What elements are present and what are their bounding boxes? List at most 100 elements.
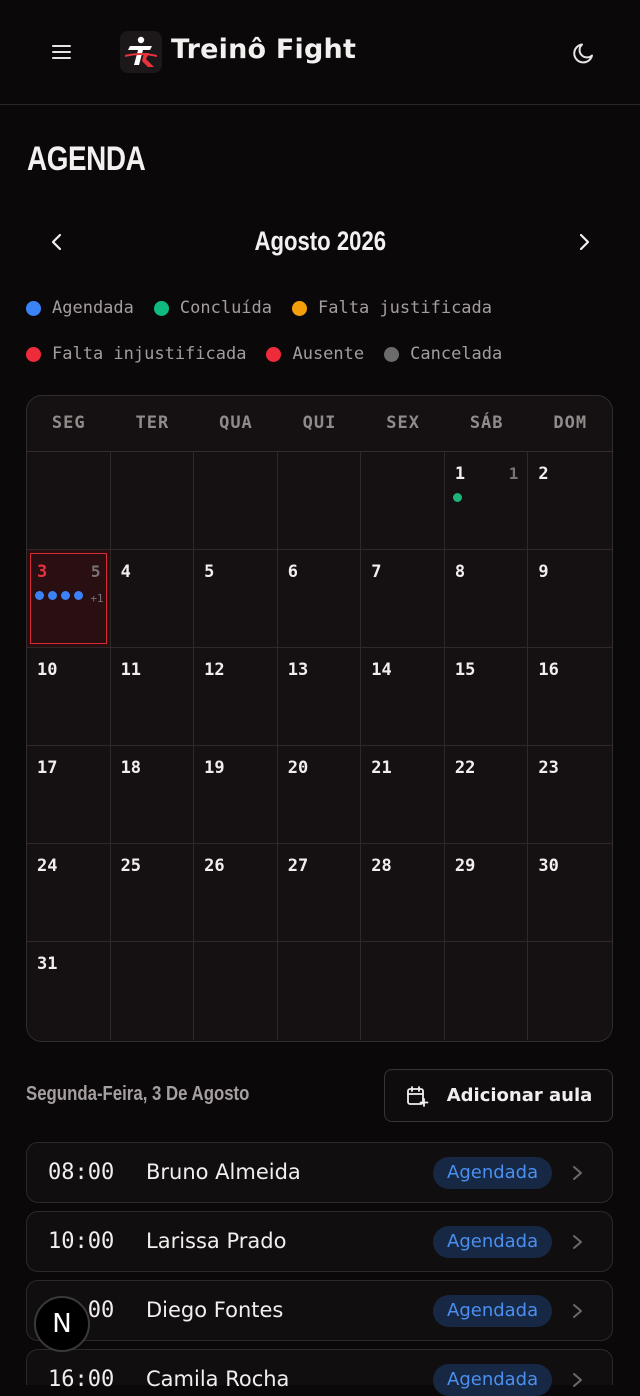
- status-badge: Agendada: [433, 1226, 553, 1258]
- day-number: 8: [454, 562, 466, 582]
- day-number: 2: [538, 464, 549, 484]
- legend-item-falta-justificada: Falta justificada: [292, 298, 492, 318]
- calendar-day-4[interactable]: 4: [110, 550, 195, 648]
- day-number: 23: [538, 758, 559, 778]
- calendar-day-17[interactable]: 17: [27, 746, 111, 844]
- legend-label: Falta injustificada: [52, 344, 247, 364]
- day-number: 27: [287, 856, 309, 876]
- calendar-grid: 1 1 2 3 5 +1 4 5 6 7 8 9 10 11 12 13 14 15 16 17 18 19 20 21 22 2…: [27, 452, 612, 1040]
- calendar-day-1[interactable]: 11: [444, 452, 529, 550]
- day-number: 4: [120, 562, 131, 582]
- legend-item-concluida: Concluída: [153, 298, 272, 318]
- calendar-day-24[interactable]: 24: [27, 844, 111, 942]
- day-number: 21: [371, 758, 392, 778]
- day-number: 3: [37, 562, 48, 582]
- legend-item-cancelada: Cancelada: [384, 344, 502, 364]
- calendar-empty-cell: [194, 452, 278, 550]
- session-row[interactable]: 08:00 Bruno Almeida Agendada: [26, 1142, 613, 1203]
- legend-dot: [266, 346, 282, 362]
- legend-dot: [26, 346, 41, 362]
- menu-icon[interactable]: [50, 40, 74, 64]
- calendar-day-2[interactable]: 2: [528, 452, 612, 550]
- session-student: Diego Fontes: [146, 1298, 284, 1322]
- legend-label: Cancelada: [410, 344, 503, 364]
- calendar-empty-cell: [528, 942, 612, 1040]
- selected-date-label: Segunda-Feira, 3 De Agosto: [26, 1083, 250, 1105]
- session-count: 5: [90, 562, 101, 581]
- month-label: Agosto 2026: [254, 226, 386, 256]
- session-time: 16:00: [48, 1367, 115, 1392]
- calendar-empty-cell: [110, 942, 195, 1040]
- status-dot: [48, 591, 57, 600]
- calendar-day-26[interactable]: 26: [194, 844, 278, 942]
- weekday-label: SEX: [386, 413, 420, 433]
- calendar-day-28[interactable]: 28: [361, 844, 445, 942]
- calendar-day-5[interactable]: 5: [194, 550, 278, 648]
- day-number: 9: [538, 562, 549, 582]
- day-number: 17: [37, 758, 58, 778]
- calendar-day-3[interactable]: 3 5 +1: [27, 550, 111, 648]
- legend-label: Falta justificada: [318, 298, 493, 318]
- calendar-day-7[interactable]: 7: [361, 550, 445, 648]
- session-row[interactable]: 10:00 Larissa Prado Agendada: [26, 1211, 613, 1272]
- day-number: 25: [120, 856, 142, 876]
- day-number: 28: [371, 856, 392, 876]
- status-badge: Agendada: [433, 1157, 553, 1189]
- day-number: 12: [204, 660, 225, 680]
- session-student: Larissa Prado: [146, 1229, 287, 1253]
- chevron-right-icon: [573, 1373, 582, 1387]
- day-number: 22: [454, 758, 476, 778]
- calendar-day-13[interactable]: 13: [277, 648, 362, 746]
- chevron-right-icon[interactable]: [571, 229, 597, 255]
- status-dot: [452, 493, 462, 502]
- day-number: 5: [204, 562, 215, 582]
- weekday-label: SÁB: [469, 413, 504, 433]
- app-header: Treinô Fight: [0, 0, 640, 105]
- day-number: 7: [371, 562, 382, 582]
- calendar-day-18[interactable]: 18: [110, 746, 195, 844]
- calendar-day-11[interactable]: 11: [110, 648, 195, 746]
- day-number: 15: [454, 660, 476, 680]
- legend-dot: [153, 300, 169, 316]
- status-dots: [35, 591, 87, 600]
- legend-label: Ausente: [292, 344, 365, 364]
- calendar-day-25[interactable]: 25: [110, 844, 195, 942]
- calendar-day-19[interactable]: 19: [194, 746, 278, 844]
- day-number: 18: [120, 758, 142, 778]
- calendar-day-20[interactable]: 20: [277, 746, 362, 844]
- chevron-right-icon: [573, 1235, 582, 1249]
- calendar-day-14[interactable]: 14: [361, 648, 445, 746]
- calendar-day-27[interactable]: 27: [277, 844, 362, 942]
- day-number: 1: [454, 464, 466, 484]
- legend-item-agendada: Agendada: [26, 298, 134, 318]
- day-number: 14: [371, 660, 392, 680]
- calendar-plus-icon: [406, 1085, 429, 1107]
- weekday-header: SEG TER QUA QUI SEX SÁB DOM: [27, 396, 612, 452]
- calendar-day-9[interactable]: 9: [528, 550, 612, 648]
- calendar-day-15[interactable]: 15: [444, 648, 529, 746]
- calendar-day-8[interactable]: 8: [444, 550, 529, 648]
- calendar-day-22[interactable]: 22: [444, 746, 529, 844]
- add-class-button[interactable]: Adicionar aula: [384, 1069, 613, 1122]
- day-number: 11: [120, 660, 142, 680]
- calendar-day-21[interactable]: 21: [361, 746, 445, 844]
- calendar-day-12[interactable]: 12: [194, 648, 278, 746]
- day-number: 30: [538, 856, 559, 876]
- calendar-day-30[interactable]: 30: [528, 844, 612, 942]
- floating-action-button[interactable]: N: [34, 1296, 90, 1352]
- moon-icon[interactable]: [571, 40, 597, 66]
- status-dot: [74, 591, 83, 600]
- calendar-empty-cell: [110, 452, 195, 550]
- calendar-day-23[interactable]: 23: [528, 746, 612, 844]
- weekday-label: QUI: [302, 413, 337, 433]
- calendar-day-16[interactable]: 16: [528, 648, 612, 746]
- session-count: 1: [508, 464, 519, 483]
- legend-dot: [292, 300, 308, 316]
- calendar-day-29[interactable]: 29: [444, 844, 529, 942]
- session-row[interactable]: 14:00 Diego Fontes Agendada: [26, 1280, 613, 1341]
- calendar-day-6[interactable]: 6: [277, 550, 362, 648]
- session-row[interactable]: 16:00 Camila Rocha Agendada: [26, 1349, 613, 1396]
- month-calendar: SEG TER QUA QUI SEX SÁB DOM 1 1 2 3 5 +1 4 5 6 7 8…: [26, 395, 613, 1042]
- calendar-day-31[interactable]: 31: [27, 942, 111, 1040]
- calendar-day-10[interactable]: 10: [27, 648, 111, 746]
